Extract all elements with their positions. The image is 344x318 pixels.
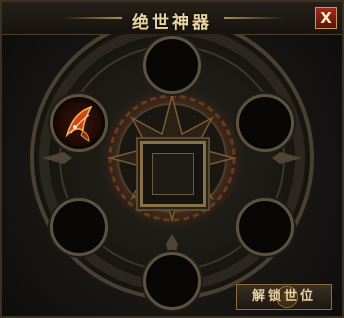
unlock-slot-label: 解锁世位 bbox=[251, 289, 316, 304]
artifact-altar bbox=[2, 34, 342, 316]
close-button[interactable]: X bbox=[315, 7, 337, 29]
artifact-slot-upper-right[interactable] bbox=[236, 94, 294, 152]
title-ornament-right bbox=[224, 17, 284, 19]
empty-socket-icon bbox=[152, 153, 194, 195]
artifact-slot-lower-left[interactable] bbox=[50, 198, 108, 256]
title-ornament-left bbox=[62, 17, 122, 19]
artifact-slot-top[interactable] bbox=[143, 36, 201, 94]
window-title: 绝世神器 bbox=[132, 13, 212, 33]
center-socket[interactable] bbox=[140, 141, 206, 207]
artifact-slot-upper-left[interactable] bbox=[50, 94, 108, 152]
unlock-slot-button[interactable]: 解锁世位 bbox=[236, 284, 332, 310]
artifact-claw-icon bbox=[65, 105, 93, 142]
artifact-slot-lower-right[interactable] bbox=[236, 198, 294, 256]
artifact-slot-bottom[interactable] bbox=[143, 252, 201, 310]
artifact-window: 绝世神器 X 解锁世位 bbox=[0, 0, 344, 318]
title-bar: 绝世神器 X bbox=[2, 2, 342, 35]
